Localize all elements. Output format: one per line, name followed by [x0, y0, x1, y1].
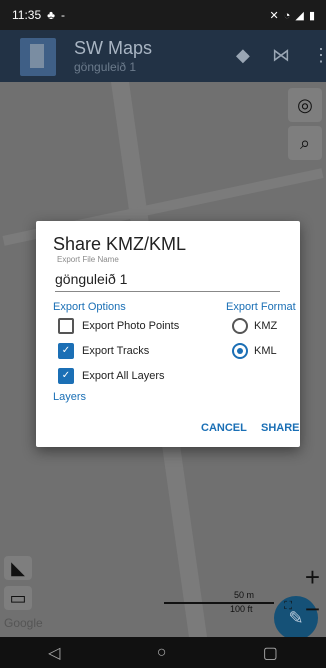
status-time: 11:35 — [12, 8, 42, 22]
scale-line — [164, 602, 274, 604]
status-extra: - — [61, 8, 66, 22]
google-logo: Google — [4, 616, 43, 630]
status-icons: ✕ ◔ ◢ ▮ — [269, 9, 316, 22]
measure-icon[interactable]: ◣ — [4, 556, 32, 580]
radio-label: KMZ — [254, 320, 278, 332]
zoom-in-button[interactable]: + — [305, 562, 320, 593]
back-icon[interactable]: ◁ — [48, 643, 60, 663]
dialog-title: Share KMZ/KML — [53, 234, 187, 254]
export-photo-points-checkbox[interactable]: Export Photo Points — [58, 318, 179, 334]
rec-icon[interactable]: ⋈ — [272, 45, 290, 66]
file-name-input[interactable] — [55, 267, 280, 292]
export-format-header: Export Format — [226, 301, 296, 313]
share-dialog: Share KMZ/KML Export File Name Export Op… — [36, 221, 300, 447]
app-logo-icon — [20, 38, 56, 76]
radio-icon — [232, 318, 248, 334]
checkbox-icon — [58, 318, 74, 334]
share-button[interactable]: SHARE — [261, 422, 300, 434]
notification-icon: ♣ — [47, 8, 56, 22]
status-bar: 11:35 ♣ - ✕ ◔ ◢ ▮ — [0, 0, 326, 30]
checkbox-checked-icon: ✓ — [58, 343, 74, 359]
recents-icon[interactable]: ▢ — [263, 643, 278, 663]
my-location-icon[interactable]: ◎ — [288, 88, 322, 122]
export-options-header: Export Options — [53, 301, 126, 313]
export-all-layers-checkbox[interactable]: ✓ Export All Layers — [58, 368, 165, 384]
layers-link[interactable]: Layers — [53, 391, 86, 403]
app-bar: SW Maps gönguleið 1 ◆ ⋈ ⋮ — [0, 30, 326, 82]
ruler-icon[interactable]: ▭ — [4, 586, 32, 610]
checkbox-label: Export Photo Points — [82, 320, 180, 332]
cancel-button[interactable]: CANCEL — [201, 422, 247, 434]
scale-bar: 50 m 100 ft — [164, 590, 274, 614]
layers-icon[interactable]: ◆ — [236, 45, 250, 66]
file-name-label: Export File Name — [57, 255, 119, 264]
kmz-radio[interactable]: KMZ — [232, 318, 277, 334]
scale-imperial: 100 ft — [230, 604, 253, 614]
kml-radio[interactable]: KML — [232, 343, 277, 359]
export-tracks-checkbox[interactable]: ✓ Export Tracks — [58, 343, 149, 359]
checkbox-label: Export Tracks — [82, 345, 150, 357]
zoom-out-button[interactable]: − — [305, 594, 320, 625]
checkbox-label: Export All Layers — [82, 370, 165, 382]
radio-label: KML — [254, 345, 277, 357]
more-vert-icon[interactable]: ⋮ — [312, 45, 326, 66]
radio-selected-icon — [232, 343, 248, 359]
system-nav-bar: ◁ ○ ▢ — [0, 637, 326, 668]
fullscreen-icon[interactable]: ⛶ — [284, 600, 292, 613]
app-title: SW Maps — [74, 38, 153, 58]
home-icon[interactable]: ○ — [157, 644, 167, 662]
scale-metric: 50 m — [234, 590, 255, 600]
search-icon[interactable]: ⌕ — [288, 126, 322, 160]
app-subtitle: gönguleið 1 — [74, 60, 137, 74]
checkbox-checked-icon: ✓ — [58, 368, 74, 384]
